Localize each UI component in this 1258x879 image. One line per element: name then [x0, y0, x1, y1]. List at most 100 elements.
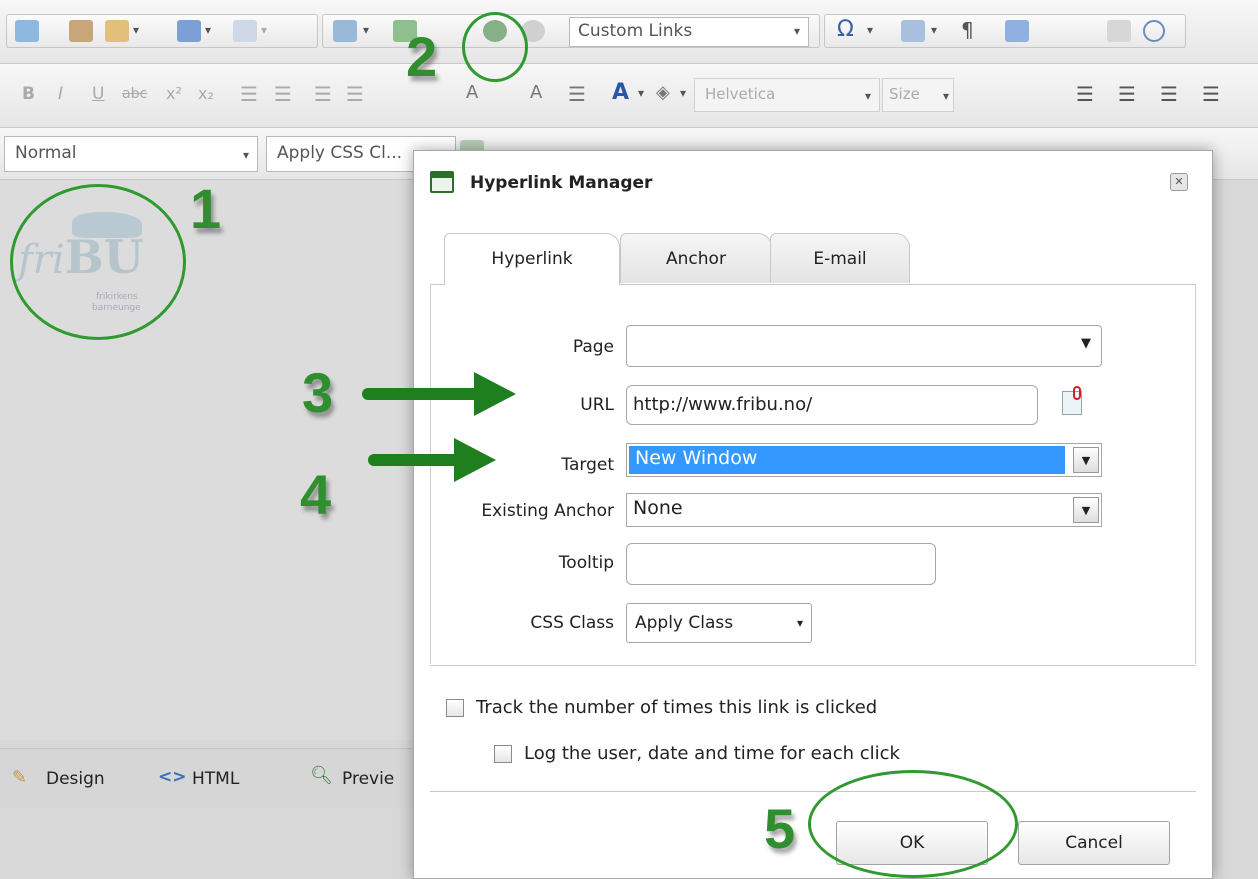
- paperclip-shape: [1073, 386, 1081, 400]
- toolbar-group-edit: ▾ ▾ ▾: [6, 14, 318, 48]
- tab-hyperlink[interactable]: Hyperlink: [444, 233, 620, 285]
- chevron-down-icon: ▾: [793, 24, 800, 38]
- target-select[interactable]: New Window ▼: [626, 443, 1102, 477]
- chevron-down-icon: ▾: [796, 616, 803, 630]
- cancel-button[interactable]: Cancel: [1018, 821, 1170, 865]
- track-clicks-label: Track the number of times this link is c…: [476, 697, 878, 718]
- target-value: New Window: [635, 447, 758, 469]
- insert-date-icon[interactable]: [1107, 20, 1131, 42]
- dialog-icon-header: [432, 173, 452, 178]
- spellcheck-icon[interactable]: [15, 20, 39, 42]
- align-paragraph-icon[interactable]: ☰: [568, 82, 586, 106]
- annotation-arrow-3-head: [474, 372, 516, 416]
- paragraph-mark-icon[interactable]: ¶: [961, 18, 974, 42]
- align-center-icon[interactable]: ☰: [1118, 82, 1136, 106]
- font-name-label: Helvetica: [705, 85, 776, 103]
- existing-anchor-label: Existing Anchor: [481, 501, 614, 521]
- symbol-dropdown-icon[interactable]: ▾: [867, 23, 873, 37]
- divider: [430, 791, 1196, 792]
- design-tab[interactable]: Design: [46, 769, 105, 789]
- underline-icon[interactable]: U: [92, 84, 104, 104]
- url-value: http://www.fribu.no/: [633, 394, 813, 415]
- html-tab[interactable]: HTML: [192, 769, 239, 789]
- italic-icon[interactable]: I: [58, 84, 63, 104]
- annotation-number-2: 2: [406, 25, 438, 88]
- font-color-dropdown-icon[interactable]: ▾: [638, 86, 644, 100]
- toolbar-group-symbols: Ω ▾ ▾ ¶: [824, 14, 1186, 48]
- custom-links-dropdown[interactable]: Custom Links ▾: [569, 17, 809, 47]
- custom-links-label: Custom Links: [578, 21, 693, 41]
- annotation-number-5: 5: [764, 797, 796, 860]
- annotation-number-3: 3: [302, 361, 334, 424]
- image-manager-icon[interactable]: [333, 20, 357, 42]
- bold-icon[interactable]: B: [22, 84, 35, 104]
- preview-tab[interactable]: Previe: [342, 769, 394, 789]
- divider: [430, 665, 1196, 666]
- editor-mode-tabs: ✎ Design <> HTML 🔍︎ Previe: [0, 748, 420, 808]
- chevron-down-icon: ▾: [942, 89, 949, 103]
- preview-magnifier-icon: 🔍︎: [310, 765, 333, 786]
- strikethrough-icon[interactable]: abc: [122, 86, 147, 102]
- dialog-tab-strip: Hyperlink Anchor E-mail: [430, 229, 1196, 285]
- highlight-dropdown-icon[interactable]: ▾: [680, 86, 686, 100]
- font-color-icon[interactable]: A: [612, 80, 629, 105]
- symbol-omega-icon[interactable]: Ω: [837, 17, 854, 42]
- superscript-icon[interactable]: x²: [166, 84, 182, 103]
- chevron-down-icon: ▾: [242, 148, 249, 162]
- tab-anchor[interactable]: Anchor: [620, 233, 772, 283]
- tab-anchor-label: Anchor: [666, 249, 726, 269]
- bullet-list-icon[interactable]: ☰: [346, 82, 364, 106]
- tooltip-input[interactable]: [626, 543, 936, 585]
- subscript-icon[interactable]: x₂: [198, 84, 214, 103]
- log-user-checkbox[interactable]: [494, 745, 512, 763]
- css-class-label: CSS Class: [530, 613, 614, 633]
- chevron-down-icon: ▼: [1073, 497, 1099, 523]
- close-icon[interactable]: ✕: [1170, 173, 1188, 191]
- insert-table-icon[interactable]: [901, 20, 925, 42]
- redo-icon[interactable]: [233, 20, 257, 42]
- font-size-label: Size: [889, 85, 920, 103]
- font-size-dropdown[interactable]: Size ▾: [882, 78, 954, 112]
- text-direction-icon[interactable]: A: [530, 82, 542, 103]
- indent-icon[interactable]: ☰: [240, 82, 258, 106]
- align-right-icon[interactable]: ☰: [1160, 82, 1178, 106]
- font-name-dropdown[interactable]: Helvetica ▾: [694, 78, 880, 112]
- find-replace-icon[interactable]: [69, 20, 93, 42]
- dialog-titlebar: Hyperlink Manager ✕: [414, 151, 1212, 221]
- existing-anchor-select[interactable]: None ▼: [626, 493, 1102, 527]
- align-left-icon[interactable]: ☰: [1076, 82, 1094, 106]
- apply-css-class-label: Apply CSS Cl...: [277, 143, 403, 163]
- tab-email[interactable]: E-mail: [770, 233, 910, 283]
- tooltip-label: Tooltip: [558, 553, 614, 573]
- table-dropdown-icon[interactable]: ▾: [931, 23, 937, 37]
- paste-icon[interactable]: [105, 20, 129, 42]
- redo-dropdown-icon[interactable]: ▾: [261, 23, 267, 37]
- highlight-color-icon[interactable]: ◈: [656, 82, 670, 103]
- insert-time-icon[interactable]: [1143, 20, 1165, 42]
- justify-icon[interactable]: ☰: [1202, 82, 1220, 106]
- outdent-icon[interactable]: ☰: [274, 82, 292, 106]
- chevron-down-icon: ▾: [864, 89, 871, 103]
- paragraph-style-dropdown[interactable]: Normal ▾: [4, 136, 258, 172]
- css-class-dropdown[interactable]: Apply Class ▾: [626, 603, 812, 643]
- track-clicks-checkbox[interactable]: [446, 699, 464, 717]
- page-select[interactable]: ▼: [626, 325, 1102, 367]
- paste-dropdown-icon[interactable]: ▾: [133, 23, 139, 37]
- convert-case-icon[interactable]: A: [466, 82, 478, 103]
- undo-dropdown-icon[interactable]: ▾: [205, 23, 211, 37]
- html-code-icon: <>: [158, 767, 187, 787]
- annotation-circle-logo: [10, 184, 186, 340]
- toolbar-group-insert: ▾ Custom Links ▾: [322, 14, 820, 48]
- tab-email-label: E-mail: [813, 249, 867, 269]
- image-dropdown-icon[interactable]: ▾: [363, 23, 369, 37]
- chevron-down-icon: ▼: [1073, 447, 1099, 473]
- toolbar-row-2: B I U abc x² x₂ ☰ ☰ ☰ ☰ A A ☰ A ▾ ◈ ▾ He…: [0, 64, 1258, 128]
- annotation-arrow-4-shaft: [368, 454, 460, 466]
- pencil-icon: ✎: [12, 767, 28, 788]
- template-icon[interactable]: [1005, 20, 1029, 42]
- css-class-value: Apply Class: [635, 613, 734, 633]
- document-manager-icon[interactable]: [1062, 386, 1082, 415]
- url-input[interactable]: http://www.fribu.no/: [626, 385, 1038, 425]
- numbered-list-icon[interactable]: ☰: [314, 82, 332, 106]
- undo-icon[interactable]: [177, 20, 201, 42]
